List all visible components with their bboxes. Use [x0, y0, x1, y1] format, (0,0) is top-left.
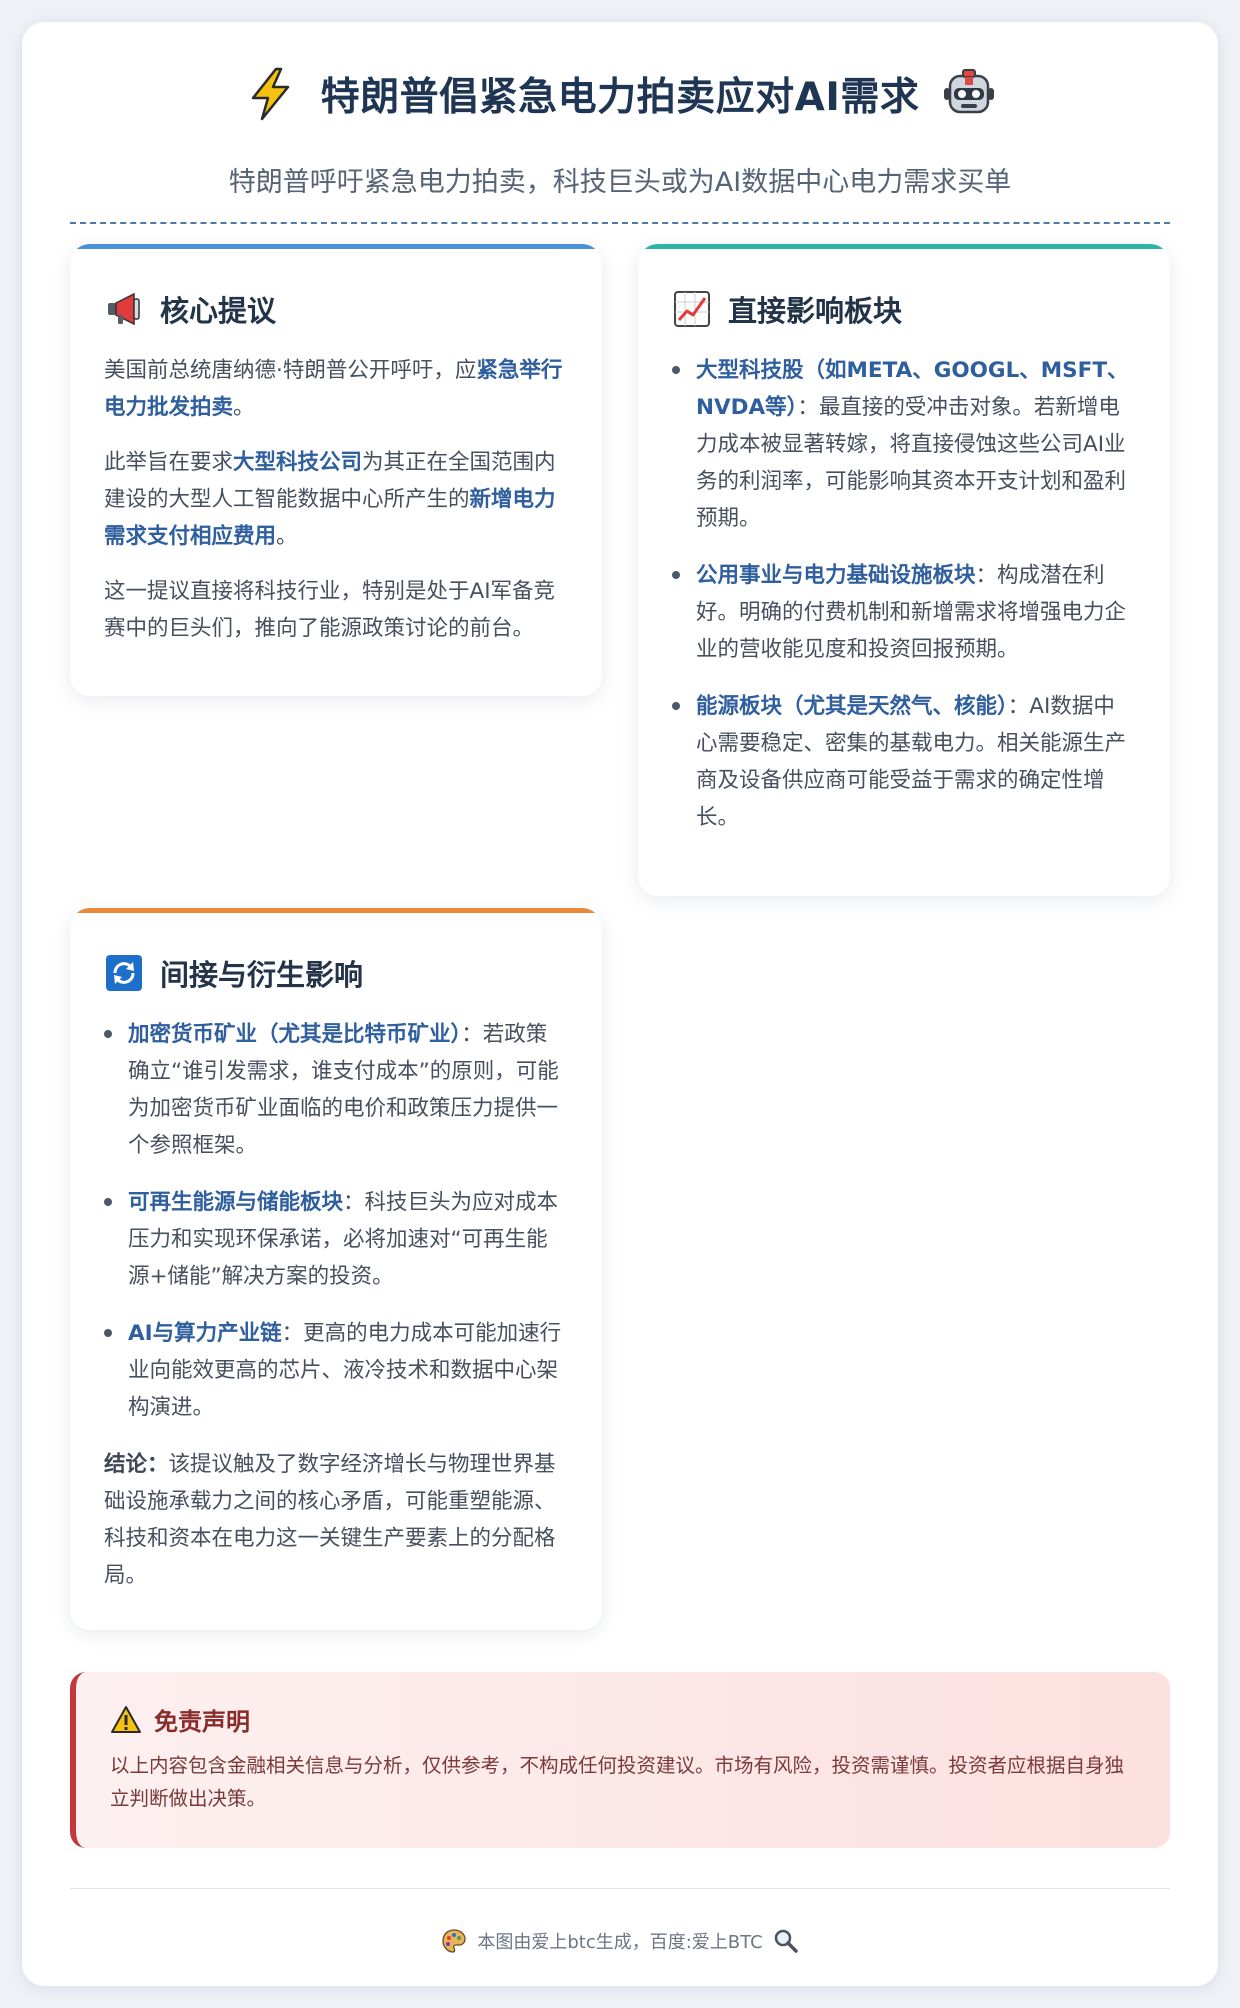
direct-impact-list: 大型科技股（如META、GOOGL、MSFT、NVDA等）：最直接的受冲击对象。…	[672, 352, 1136, 836]
indirect-impact-list: 加密货币矿业（尤其是比特币矿业）：若政策确立“谁引发需求，谁支付成本”的原则，可…	[104, 1016, 568, 1426]
disclaimer-title: 免责声明	[154, 1708, 250, 1736]
conclusion-paragraph: 结论：该提议触及了数字经济增长与物理世界基础设施承载力之间的核心矛盾，可能重塑能…	[104, 1446, 568, 1594]
lightning-icon	[243, 66, 299, 122]
item-label: 可再生能源与储能板块	[128, 1190, 344, 1215]
megaphone-icon	[104, 289, 144, 329]
footer-text: 本图由爱上btc生成，百度:爱上BTC	[477, 1932, 763, 1953]
card-title: 核心提议	[160, 294, 277, 328]
conclusion-text: 该提议触及了数字经济增长与物理世界基础设施承载力之间的核心矛盾，可能重塑能源、科…	[104, 1452, 556, 1588]
text-segment: 美国前总统唐纳德·特朗普公开呼吁，应	[104, 358, 477, 383]
footer: 本图由爱上btc生成，百度:爱上BTC	[22, 1928, 1218, 1954]
card-header: 核心提议	[104, 288, 568, 330]
warning-icon	[110, 1704, 142, 1736]
core-paragraph-3: 这一提议直接将科技行业，特别是处于AI军备竞赛中的巨头们，推向了能源政策讨论的前…	[104, 579, 556, 641]
list-item: AI与算力产业链：更高的电力成本可能加速行业向能效更高的芯片、液冷技术和数据中心…	[104, 1315, 568, 1426]
card-title: 直接影响板块	[728, 294, 903, 328]
card-header: 间接与衍生影响	[104, 952, 568, 994]
title-row: 特朗普倡紧急电力拍卖应对AI需求	[22, 66, 1218, 122]
item-label: 加密货币矿业（尤其是比特币矿业）	[128, 1022, 462, 1047]
list-item: 大型科技股（如META、GOOGL、MSFT、NVDA等）：最直接的受冲击对象。…	[672, 352, 1136, 537]
card-direct-impact: 直接影响板块 大型科技股（如META、GOOGL、MSFT、NVDA等）：最直接…	[638, 244, 1170, 896]
disclaimer-box: 免责声明 以上内容包含金融相关信息与分析，仅供参考，不构成任何投资建议。市场有风…	[70, 1672, 1170, 1848]
magnifier-icon	[773, 1928, 799, 1954]
list-item: 可再生能源与储能板块：科技巨头为应对成本压力和实现环保承诺，必将加速对“可再生能…	[104, 1184, 568, 1295]
card-header: 直接影响板块	[672, 288, 1136, 330]
core-paragraph-2: 此举旨在要求大型科技公司为其正在全国范围内建设的大型人工智能数据中心所产生的新增…	[104, 444, 568, 555]
item-label: 能源板块（尤其是天然气、核能）	[696, 694, 1008, 719]
cycle-arrows-icon	[104, 953, 144, 993]
conclusion-label: 结论：	[104, 1452, 169, 1477]
highlight-text: 大型科技公司	[233, 450, 363, 475]
page-subtitle: 特朗普呼吁紧急电力拍卖，科技巨头或为AI数据中心电力需求买单	[228, 167, 1012, 198]
text-segment: 。	[233, 395, 255, 420]
disclaimer-text: 以上内容包含金融相关信息与分析，仅供参考，不构成任何投资建议。市场有风险，投资需…	[110, 1754, 1125, 1810]
core-paragraph-1: 美国前总统唐纳德·特朗普公开呼吁，应紧急举行电力批发拍卖。	[104, 352, 568, 426]
footer-divider	[70, 1888, 1170, 1889]
card-title: 间接与衍生影响	[160, 958, 364, 992]
robot-icon	[941, 66, 997, 122]
card-indirect-impact: 间接与衍生影响 加密货币矿业（尤其是比特币矿业）：若政策确立“谁引发需求，谁支付…	[70, 908, 602, 1630]
text-segment: 。	[276, 524, 298, 549]
palette-icon	[441, 1928, 467, 1954]
chart-increasing-icon	[672, 289, 712, 329]
item-label: 公用事业与电力基础设施板块	[696, 563, 976, 588]
text-segment: 此举旨在要求	[104, 450, 234, 475]
list-item: 能源板块（尤其是天然气、核能）：AI数据中心需要稳定、密集的基载电力。相关能源生…	[672, 688, 1136, 836]
item-label: AI与算力产业链	[128, 1321, 282, 1346]
disclaimer-header: 免责声明	[110, 1702, 1140, 1737]
header-divider	[70, 222, 1170, 224]
card-core-proposal: 核心提议 美国前总统唐纳德·特朗普公开呼吁，应紧急举行电力批发拍卖。 此举旨在要…	[70, 244, 602, 696]
list-item: 加密货币矿业（尤其是比特币矿业）：若政策确立“谁引发需求，谁支付成本”的原则，可…	[104, 1016, 568, 1164]
page-container: 特朗普倡紧急电力拍卖应对AI需求 特朗普呼吁紧急电力拍卖，科技巨头或为AI数据中…	[22, 22, 1218, 1986]
list-item: 公用事业与电力基础设施板块：构成潜在利好。明确的付费机制和新增需求将增强电力企业…	[672, 557, 1136, 668]
page-title: 特朗普倡紧急电力拍卖应对AI需求	[320, 75, 920, 120]
